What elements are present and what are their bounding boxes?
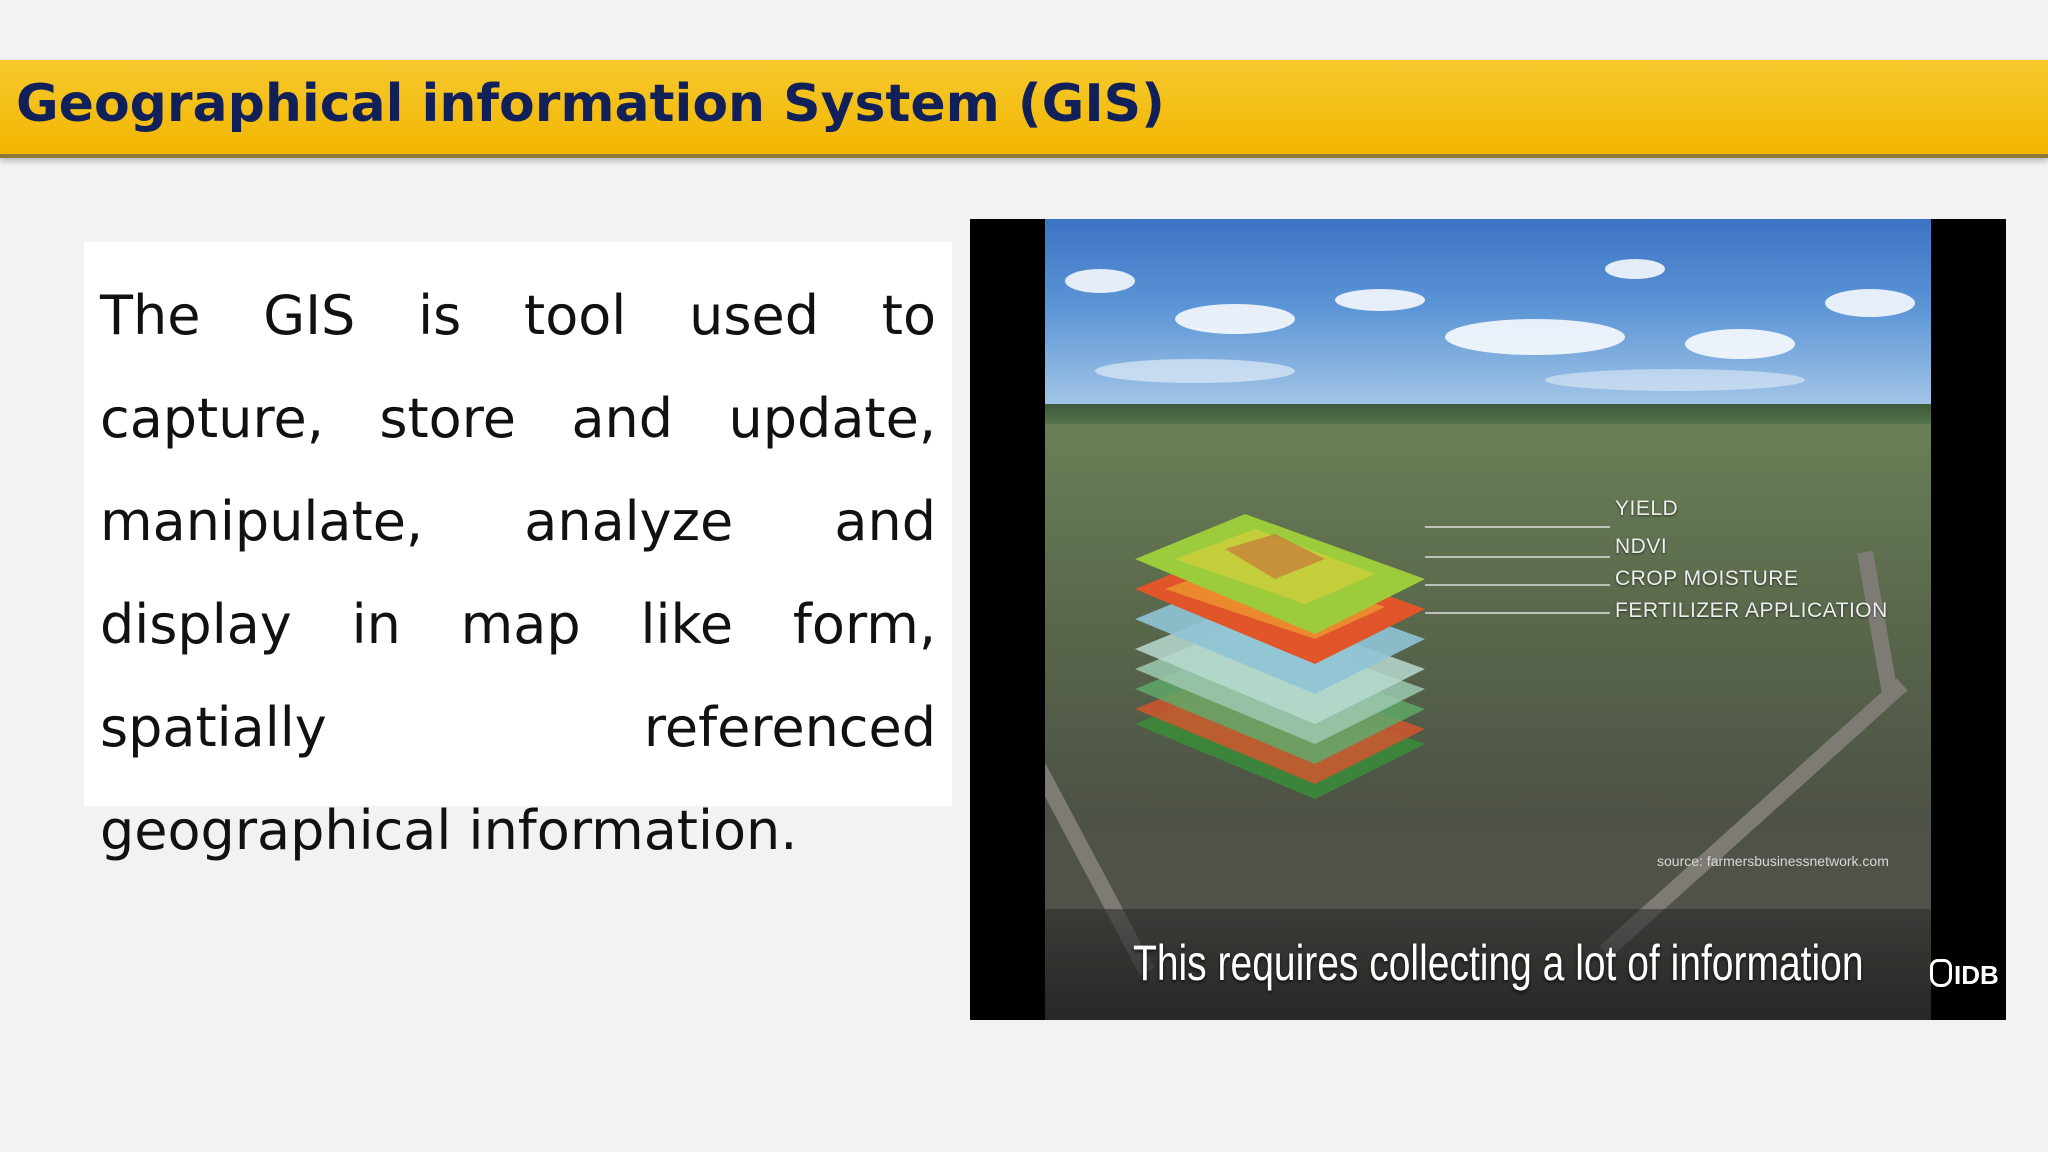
idb-logo: IDB [1930,959,1999,991]
layer-label-fertilizer: FERTILIZER APPLICATION [1615,599,1888,622]
title-bar: Geographical information System (GIS) [0,60,2048,158]
gis-layer-stack [1135,514,1425,799]
layer-label-crop-moisture: CROP MOISTURE [1615,567,1799,590]
sky [1045,219,1931,414]
body-text: The GIS is tool used to capture, store a… [100,284,936,862]
treeline [1045,404,1931,424]
layer-label-yield: YIELD [1615,497,1679,520]
text-box: The GIS is tool used to capture, store a… [84,242,952,862]
video-frame[interactable]: YIELD NDVI CROP MOISTURE FERTILIZER APPL… [970,219,2006,1020]
slide-title: Geographical information System (GIS) [16,74,1165,134]
layer-label-ndvi: NDVI [1615,535,1668,558]
idb-logo-icon [1930,959,1952,987]
video-scene: YIELD NDVI CROP MOISTURE FERTILIZER APPL… [1045,219,1931,1020]
video-source: source: farmersbusinessnetwork.com [1657,853,1889,869]
video-caption: This requires collecting a lot of inform… [1133,935,1864,991]
